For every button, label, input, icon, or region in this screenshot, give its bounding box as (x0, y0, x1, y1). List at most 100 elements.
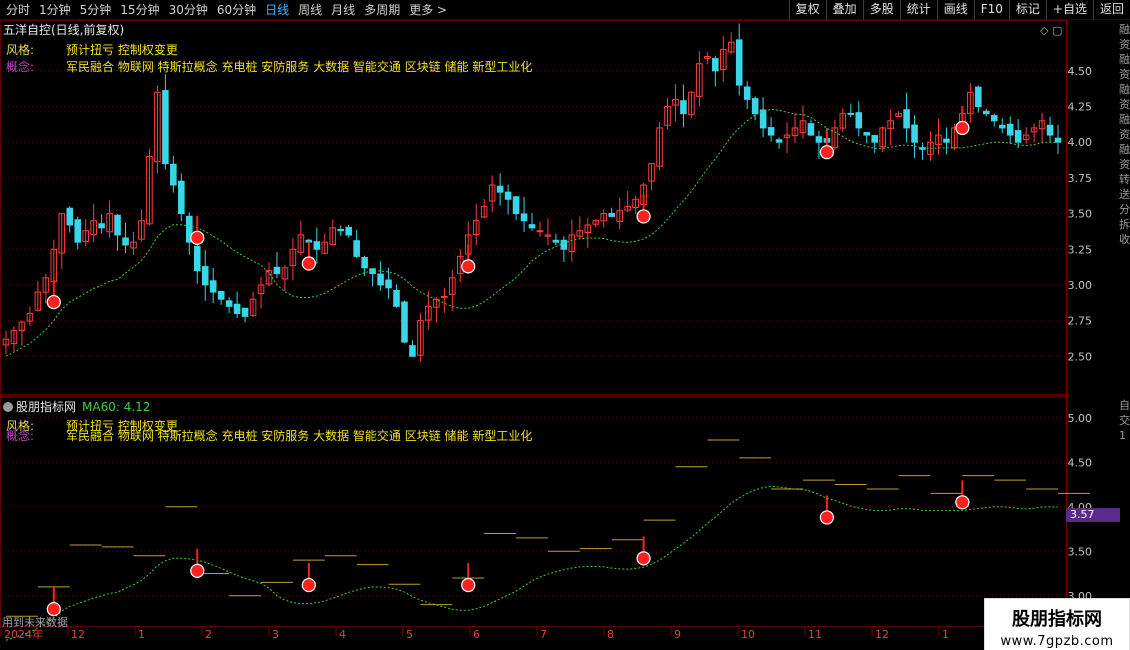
sub-right-strip: 自交 1 (1119, 398, 1130, 458)
candle-body (353, 240, 360, 257)
candle-body (560, 239, 568, 250)
tool-button-8[interactable]: 返回 (1092, 0, 1130, 20)
sub-axis-tick: 3.50 (1068, 545, 1093, 558)
candle-body (520, 213, 528, 222)
candle-body (273, 266, 281, 275)
candle-body (847, 112, 855, 115)
period-tab-4[interactable]: 30分钟 (169, 1, 208, 18)
period-tab-1[interactable]: 1分钟 (39, 1, 71, 18)
strip-char: 资 (1119, 158, 1130, 171)
time-label: 7 (540, 628, 547, 641)
tool-button-5[interactable]: F10 (973, 0, 1009, 20)
candle-body (66, 207, 74, 226)
candle-body (990, 115, 998, 122)
period-tab-10[interactable]: 更多 > (409, 1, 447, 18)
time-label: 1 (942, 628, 949, 641)
candle-body (337, 228, 345, 232)
sub-concept-key: 概念: (6, 429, 35, 443)
tool-button-2[interactable]: 多股 (862, 0, 900, 20)
tool-button-3[interactable]: 统计 (899, 0, 937, 20)
pane-options-icon[interactable]: ◇ ▢ (1040, 24, 1062, 37)
candle-body (807, 123, 815, 136)
candle-body (903, 109, 910, 129)
chart-area[interactable]: 4.50 4.25 4.00 3.75 3.50 3.25 3.00 2.75 2.50 5.00… (0, 20, 1130, 650)
strip-char: 融 (1119, 143, 1130, 156)
candle-body (982, 110, 990, 115)
sub-axis-tick: 5.00 (1068, 412, 1093, 425)
site-watermark: 股朋指标网 www.7gpzb.com (984, 598, 1130, 650)
sub-signal-marker (301, 577, 316, 593)
candle-body (201, 266, 209, 286)
candle-body (114, 214, 121, 236)
sub-signal-marker (461, 577, 476, 593)
candle-body (98, 223, 105, 229)
stock-title: 五洋自控(日线,前复权) (3, 23, 125, 37)
ma60-label: MA60: 4.12 (82, 400, 151, 414)
candle-body (393, 289, 400, 307)
sub-concept-line: 概念: 军民融合 物联网 特斯拉概念 充电桩 安防服务 大数据 智能交通 区块链 … (6, 427, 532, 444)
candle-body (217, 290, 225, 300)
strip-char: 送 (1119, 188, 1130, 201)
time-label: 9 (674, 628, 681, 641)
candle-body (712, 58, 719, 72)
sub-pane-title[interactable]: 股朋指标网 MA60: 4.12 (3, 398, 150, 415)
candle-body (552, 239, 560, 243)
strip-char: 资 (1119, 128, 1130, 141)
strip-char: 资 (1119, 38, 1130, 51)
candle-body (680, 100, 687, 115)
strip-char: 自 (1119, 399, 1130, 412)
tool-button-7[interactable]: +自选 (1045, 0, 1093, 20)
period-tab-8[interactable]: 月线 (331, 1, 355, 18)
sub-signal-marker (636, 551, 651, 566)
tool-button-4[interactable]: 画线 (936, 0, 974, 20)
candle-body (409, 345, 416, 357)
main-signal-marker (636, 209, 651, 224)
watermark-url: www.7gpzb.com (1000, 634, 1114, 649)
indicator-title: 股朋指标网 (16, 400, 77, 414)
period-tab-6[interactable]: 日线 (265, 1, 289, 18)
strip-char: 转 (1119, 173, 1130, 186)
concept-value: 军民融合 物联网 特斯拉概念 充电桩 安防服务 大数据 智能交通 区块链 储能 … (66, 60, 533, 74)
tool-button-6[interactable]: 标记 (1008, 0, 1046, 20)
period-tab-9[interactable]: 多周期 (364, 1, 400, 18)
main-axis-tick: 3.25 (1068, 243, 1093, 256)
period-tab-7[interactable]: 周线 (298, 1, 322, 18)
candle-body (943, 138, 950, 143)
candle-body (401, 301, 408, 343)
period-tab-2[interactable]: 5分钟 (80, 1, 112, 18)
time-label: 11 (808, 628, 822, 641)
period-tab-5[interactable]: 60分钟 (217, 1, 256, 18)
main-pane-title[interactable]: 五洋自控(日线,前复权) (3, 21, 124, 38)
time-label: 4 (339, 628, 346, 641)
period-tab-0[interactable]: 分时 (6, 1, 30, 18)
candle-body (170, 163, 177, 186)
candle-body (345, 226, 352, 236)
main-axis-tick: 2.50 (1068, 350, 1093, 363)
time-label: 10 (741, 628, 755, 641)
time-label: 1 (138, 628, 145, 641)
time-label: 12 (71, 628, 85, 641)
sub-axis-tick: 4.50 (1068, 456, 1093, 469)
main-signal-marker (301, 256, 316, 271)
sub-signal-marker (190, 563, 205, 578)
collapse-icon[interactable] (3, 402, 13, 412)
candle-body (496, 185, 504, 193)
strip-char: 融 (1119, 83, 1130, 96)
tool-button-0[interactable]: 复权 (788, 0, 826, 20)
kline-chart[interactable]: 4.50 4.25 4.00 3.75 3.50 3.25 3.00 2.75 2.50 5.00… (0, 20, 1130, 650)
period-tab-3[interactable]: 15分钟 (120, 1, 159, 18)
main-style-line: 风格: 预计扭亏 控制权变更 (6, 41, 178, 58)
candle-body (1014, 130, 1022, 143)
candle-body (162, 90, 169, 165)
candle-body (178, 180, 185, 215)
candle-body (735, 39, 743, 86)
main-signal-marker (819, 145, 834, 160)
sub-concept-value: 军民融合 物联网 特斯拉概念 充电桩 安防服务 大数据 智能交通 区块链 储能 … (66, 429, 533, 443)
candle-body (775, 139, 783, 143)
main-axis-tick: 2.75 (1068, 315, 1093, 328)
price-tag: 3.57 (1066, 508, 1120, 522)
tool-button-1[interactable]: 叠加 (825, 0, 863, 20)
style-value: 预计扭亏 控制权变更 (66, 43, 178, 57)
candle-body (209, 280, 217, 293)
tool-buttons: 复权 叠加 多股 统计 画线 F10 标记 +自选 返回 (788, 0, 1130, 20)
